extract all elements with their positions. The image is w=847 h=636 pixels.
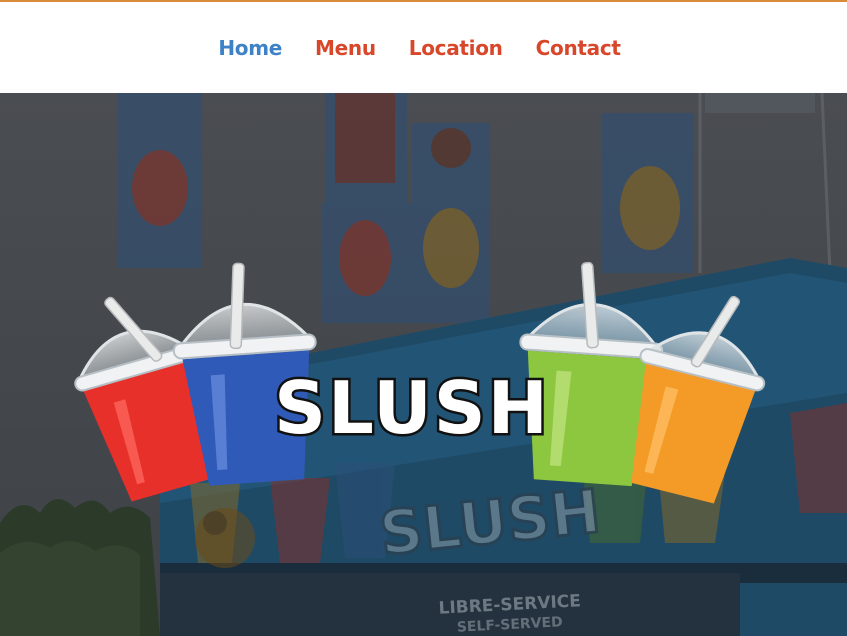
hero-image: SLUSH LIBRE-SERVICE SELF-SERVED SLUSH	[0, 93, 847, 636]
slush-logo-text: SLUSH	[274, 366, 550, 450]
nav-home-link[interactable]: Home	[218, 36, 282, 60]
nav-menu-link[interactable]: Menu	[315, 36, 376, 60]
nav-contact-link[interactable]: Contact	[536, 36, 621, 60]
top-navigation: Home Menu Location Contact	[0, 2, 847, 93]
nav-location-link[interactable]: Location	[409, 36, 503, 60]
hero-banner: SLUSH LIBRE-SERVICE SELF-SERVED SLUSH	[0, 93, 847, 636]
trees-silhouette	[0, 499, 160, 636]
